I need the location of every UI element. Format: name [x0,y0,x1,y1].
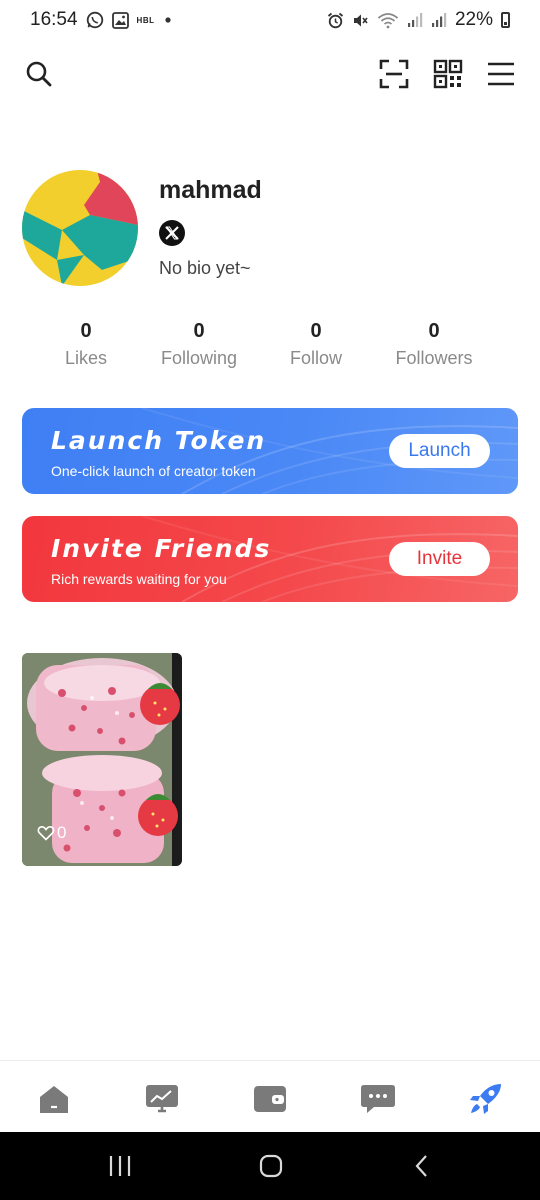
status-right: 22% [327,9,510,31]
back-chevron-icon [415,1155,427,1177]
stat-label: Following [160,348,238,368]
post-tile[interactable]: 0 [22,653,182,866]
nav-messages[interactable] [358,1079,398,1119]
stat-follow[interactable]: 0 Follow [256,318,376,369]
banner-title: Invite Friends [51,534,272,563]
banner-subtitle: One-click launch of creator token [51,463,256,479]
battery-icon [501,12,510,28]
status-left: 16:54 HBL [30,9,173,31]
scan-button[interactable] [374,54,414,94]
launch-token-banner[interactable]: Launch Token One-click launch of creator… [22,408,518,494]
banner-title: Launch Token [51,426,267,455]
carrier-tag: HBL [136,15,155,25]
message-icon [361,1085,395,1113]
nav-market[interactable] [142,1079,182,1119]
rocket-icon [470,1084,501,1114]
profile-bio: No bio yet~ [159,258,251,278]
recent-apps-icon [109,1156,131,1176]
x-account-badge[interactable] [159,220,185,246]
qr-code-icon [433,59,463,89]
stat-value: 0 [428,320,440,342]
menu-button[interactable] [481,54,521,94]
battery-percent: 22% [454,9,493,30]
signal-icon-2 [431,12,447,28]
stat-label: Followers [395,348,473,368]
signal-icon [407,12,423,28]
alarm-icon [327,12,344,29]
search-button[interactable] [19,54,59,94]
stat-value: 0 [310,320,322,342]
gallery-icon [111,11,129,29]
post-likes: 0 [37,823,66,843]
whatsapp-icon [86,11,104,29]
home-circle-icon [259,1154,283,1178]
username: mahmad [159,176,262,204]
nav-home[interactable] [34,1079,74,1119]
wifi-icon [377,12,399,29]
post-like-count: 0 [57,823,67,842]
launch-button[interactable]: Launch [389,434,490,468]
mute-icon [352,12,369,29]
wallet-icon [254,1086,286,1112]
home-icon [40,1086,68,1113]
status-bar: 16:54 HBL 22% [0,0,540,40]
chart-icon [146,1085,178,1113]
stat-followers[interactable]: 0 Followers [374,318,494,369]
stat-label: Likes [64,348,108,368]
notification-dot-icon [163,15,173,25]
menu-icon [488,62,514,86]
stat-following[interactable]: 0 Following [139,318,259,369]
recent-apps-button[interactable] [102,1149,138,1183]
avatar[interactable] [22,170,138,286]
invite-button[interactable]: Invite [389,542,490,576]
nav-launch[interactable] [466,1079,506,1119]
avatar-image [22,170,138,286]
nav-wallet[interactable] [250,1079,290,1119]
stat-value: 0 [193,320,205,342]
system-nav-bar [0,1132,540,1200]
bottom-nav [0,1060,540,1132]
home-system-button[interactable] [253,1149,289,1183]
banner-subtitle: Rich rewards waiting for you [51,571,227,587]
stat-label: Follow [289,348,342,368]
search-icon [26,61,52,87]
top-toolbar [0,50,540,96]
qr-code-button[interactable] [428,54,468,94]
invite-friends-banner[interactable]: Invite Friends Rich rewards waiting for … [22,516,518,602]
back-button[interactable] [404,1149,440,1183]
profile-stats: 0 Likes 0 Following 0 Follow 0 Followers [0,318,540,378]
stat-likes[interactable]: 0 Likes [26,318,146,369]
status-time: 16:54 [30,9,78,30]
stat-value: 0 [80,320,92,342]
x-logo-icon [165,226,179,240]
scan-icon [379,59,409,89]
heart-icon [37,825,55,841]
